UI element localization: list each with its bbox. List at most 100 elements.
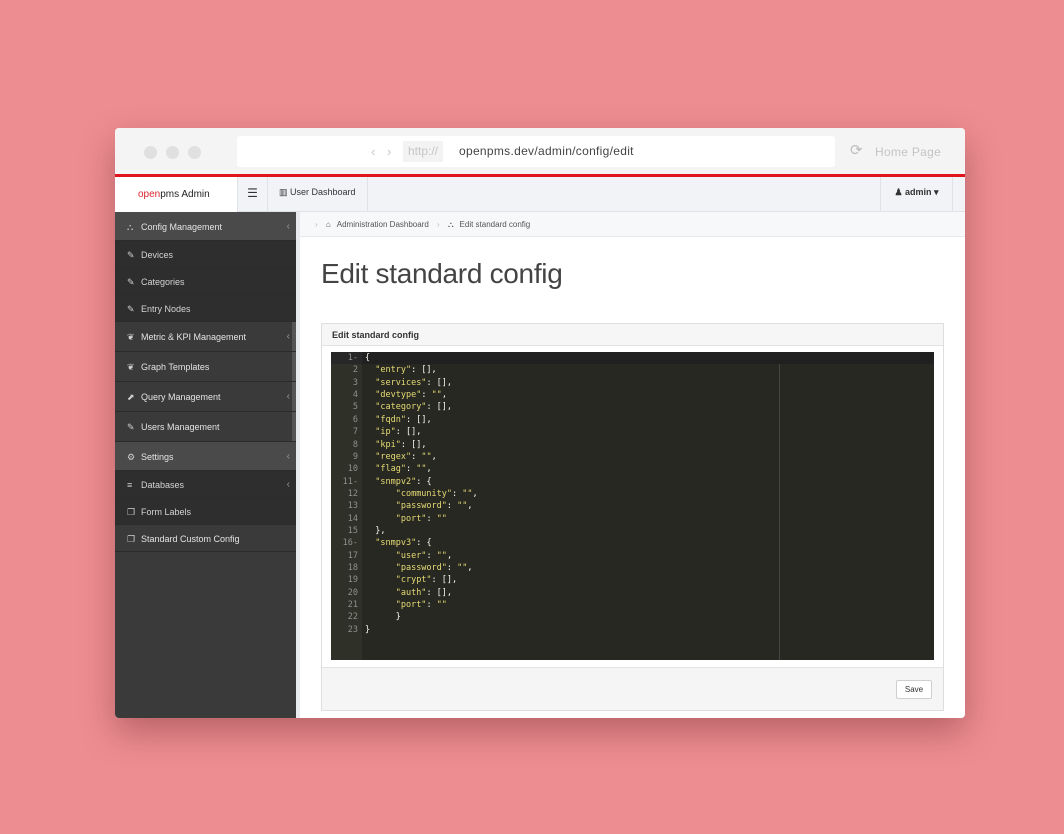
chevron-left-icon: ‹ xyxy=(286,391,290,402)
code-line[interactable]: { xyxy=(365,353,370,363)
code-line[interactable]: "community": "", xyxy=(365,489,478,499)
sidebar-item-icon: ✎ xyxy=(127,304,135,314)
editor-print-margin xyxy=(779,364,780,660)
sidebar-item[interactable]: ❦ Metric & KPI Management ‹ xyxy=(115,322,296,352)
main-content: › ⌂ Administration Dashboard › ⛬ Edit stan… xyxy=(296,212,965,718)
code-line[interactable]: } xyxy=(365,612,401,622)
sidebar-item-label: Config Management xyxy=(141,222,223,232)
code-line[interactable]: "port": "" xyxy=(365,514,447,524)
line-number: 23 xyxy=(347,624,358,635)
chevron-left-icon: ‹ xyxy=(286,331,290,342)
chevron-left-icon: ‹ xyxy=(286,221,290,232)
user-icon: ♟ xyxy=(894,187,903,197)
line-number: 20 xyxy=(347,587,358,598)
app-topbar: openpms Admin ☰ ▥ User Dashboard ♟ admin… xyxy=(115,177,965,212)
config-panel: Edit standard config 1- {2 "entry": [], 3 … xyxy=(321,323,944,711)
sidebar-item[interactable]: ✎ Devices xyxy=(115,241,296,268)
line-number: 6 xyxy=(352,414,358,425)
sidebar-item-icon: ✎ xyxy=(127,422,135,432)
sidebar-item-label: Metric & KPI Management xyxy=(141,332,247,342)
save-button[interactable]: Save xyxy=(896,680,932,699)
sidebar-item[interactable]: ≡ Databases ‹ xyxy=(115,471,296,498)
back-forward-icon[interactable]: ‹ › xyxy=(371,144,395,159)
code-line[interactable]: "entry": [], xyxy=(365,365,436,375)
sidebar-item-icon: ❦ xyxy=(127,362,135,372)
address-bar[interactable]: ‹ › http:// openpms.dev/admin/config/edi… xyxy=(237,136,835,167)
sidebar-item[interactable]: ✎ Entry Nodes xyxy=(115,295,296,322)
sidebar-item[interactable]: ✎ Categories xyxy=(115,268,296,295)
code-line[interactable]: "crypt": [], xyxy=(365,575,457,585)
code-line[interactable]: "regex": "", xyxy=(365,452,436,462)
close-window-dot[interactable] xyxy=(144,146,157,159)
code-line[interactable]: "auth": [], xyxy=(365,588,452,598)
chevron-left-icon: ‹ xyxy=(286,451,290,462)
code-line[interactable]: }, xyxy=(365,526,385,536)
minimize-window-dot[interactable] xyxy=(166,146,179,159)
url-text[interactable]: openpms.dev/admin/config/edit xyxy=(459,144,634,158)
sidebar-item[interactable]: ✎ Users Management xyxy=(115,412,296,442)
line-number: 18 xyxy=(347,562,358,573)
code-line[interactable]: "snmpv3": { xyxy=(365,538,431,548)
line-number: 8 xyxy=(352,439,358,450)
breadcrumb: › ⌂ Administration Dashboard › ⛬ Edit stan… xyxy=(300,212,965,237)
breadcrumb-current: Edit standard config xyxy=(459,220,531,229)
panel-title: Edit standard config xyxy=(322,324,943,346)
sidebar-item[interactable]: ❐ Form Labels xyxy=(115,498,296,525)
line-number: 17 xyxy=(347,550,358,561)
sidebar: ⛬ Config Management ‹ ✎ Devices ✎ Categories ✎ E… xyxy=(115,212,296,718)
sidebar-item-label: Users Management xyxy=(141,422,220,432)
sidebar-item-icon: ⬈ xyxy=(127,392,135,402)
page-title: Edit standard config xyxy=(321,258,563,289)
sidebar-item-icon: ⛬ xyxy=(127,222,134,232)
protocol-label: http:// xyxy=(403,141,443,162)
code-line[interactable]: "services": [], xyxy=(365,378,452,388)
brand-open-text: open xyxy=(138,189,161,200)
line-number: 19 xyxy=(347,575,358,586)
line-number: 21 xyxy=(347,600,358,610)
code-line[interactable]: "fqdn": [], xyxy=(365,415,431,425)
sidebar-item-label: Standard Custom Config xyxy=(141,534,240,544)
line-number: 22 xyxy=(347,612,358,623)
code-line[interactable]: "snmpv2": { xyxy=(365,477,431,487)
reload-icon[interactable]: ⟳ xyxy=(850,143,863,159)
line-number: 16- xyxy=(342,538,358,549)
code-line[interactable]: "flag": "", xyxy=(365,464,431,474)
code-line[interactable]: "category": [], xyxy=(365,402,452,412)
line-number: 10 xyxy=(347,464,358,475)
code-line[interactable]: "password": "", xyxy=(365,501,473,511)
code-line[interactable]: "ip": [], xyxy=(365,427,421,437)
code-line[interactable]: "kpi": [], xyxy=(365,440,426,450)
sidebar-item-icon: ❐ xyxy=(127,507,136,517)
maximize-window-dot[interactable] xyxy=(188,146,201,159)
home-page-link[interactable]: Home Page xyxy=(875,145,941,159)
sitemap-icon: ⛬ xyxy=(447,220,454,229)
admin-label: admin ▾ xyxy=(905,187,939,197)
code-line[interactable]: "user": "", xyxy=(365,551,452,561)
breadcrumb-home[interactable]: Administration Dashboard xyxy=(337,220,429,229)
browser-window: ‹ › http:// openpms.dev/admin/config/edi… xyxy=(115,128,965,718)
line-number: 4 xyxy=(352,390,358,400)
sidebar-item[interactable]: ❐ Standard Custom Config xyxy=(115,525,296,552)
sidebar-item-label: Categories xyxy=(141,277,185,287)
code-line[interactable]: } xyxy=(365,625,370,635)
sidebar-item[interactable]: ⬈ Query Management ‹ xyxy=(115,382,296,412)
brand-logo[interactable]: openpms Admin xyxy=(115,177,238,212)
chevron-left-icon: ‹ xyxy=(286,479,290,490)
code-editor[interactable]: 1- {2 "entry": [], 3 "services": [], 4 "dev… xyxy=(331,352,934,660)
code-line[interactable]: "devtype": "", xyxy=(365,390,447,400)
bar-chart-icon: ▥ xyxy=(279,187,288,197)
menu-toggle-icon[interactable]: ☰ xyxy=(238,177,268,212)
sidebar-item-label: Query Management xyxy=(141,392,221,402)
sidebar-item[interactable]: ❦ Graph Templates xyxy=(115,352,296,382)
user-dashboard-link[interactable]: ▥ User Dashboard xyxy=(268,177,368,212)
sidebar-item[interactable]: ⛬ Config Management ‹ xyxy=(115,212,296,241)
admin-user-menu[interactable]: ♟ admin ▾ xyxy=(880,177,953,212)
sidebar-item-icon: ≡ xyxy=(127,480,133,490)
code-line[interactable]: "password": "", xyxy=(365,563,473,573)
line-number: 1- xyxy=(347,353,358,363)
sidebar-item-label: Form Labels xyxy=(141,507,192,517)
code-line[interactable]: "port": "" xyxy=(365,600,447,610)
sidebar-item[interactable]: ⚙ Settings ‹ xyxy=(115,442,296,471)
line-number: 7 xyxy=(352,427,358,438)
line-number: 12 xyxy=(347,488,358,499)
